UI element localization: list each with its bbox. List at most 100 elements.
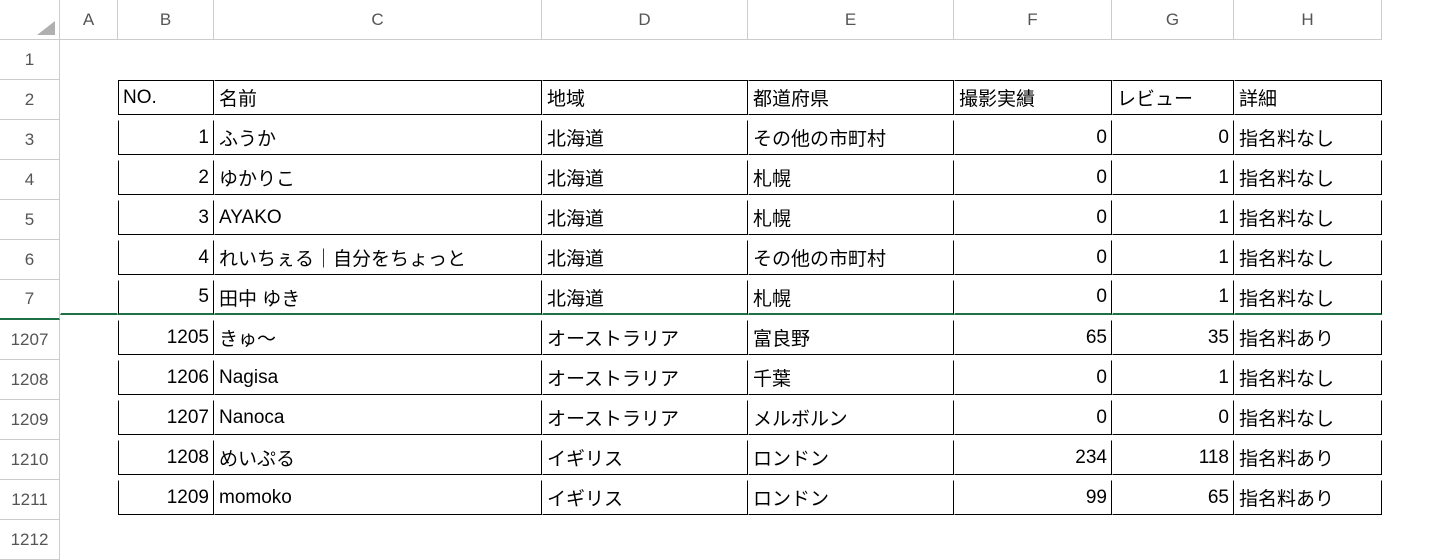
cell-D1208[interactable]: オーストラリア: [542, 360, 748, 395]
cell-C3[interactable]: ふうか: [214, 120, 542, 155]
cell-C1212[interactable]: [214, 520, 542, 555]
cell-G1212[interactable]: [1112, 520, 1234, 555]
cell-E2[interactable]: 都道府県: [748, 80, 954, 115]
cell-F4[interactable]: 0: [954, 160, 1112, 195]
cell-G1211[interactable]: 65: [1112, 480, 1234, 515]
cell-D1209[interactable]: オーストラリア: [542, 400, 748, 435]
cell-D1207[interactable]: オーストラリア: [542, 320, 748, 355]
cell-B1208[interactable]: 1206: [118, 360, 214, 395]
cell-C1208[interactable]: Nagisa: [214, 360, 542, 395]
row-header-1212[interactable]: 1212: [0, 520, 60, 560]
cell-G1208[interactable]: 1: [1112, 360, 1234, 395]
cell-C1[interactable]: [214, 40, 542, 75]
cell-D3[interactable]: 北海道: [542, 120, 748, 155]
cell-B1209[interactable]: 1207: [118, 400, 214, 435]
col-header-A[interactable]: A: [60, 0, 118, 40]
cell-D1211[interactable]: イギリス: [542, 480, 748, 515]
cell-A7[interactable]: [60, 280, 118, 315]
cell-A1[interactable]: [60, 40, 118, 75]
cell-A1212[interactable]: [60, 520, 118, 555]
cell-G3[interactable]: 0: [1112, 120, 1234, 155]
col-header-B[interactable]: B: [118, 0, 214, 40]
cell-E1212[interactable]: [748, 520, 954, 555]
cell-B1207[interactable]: 1205: [118, 320, 214, 355]
cell-F1211[interactable]: 99: [954, 480, 1112, 515]
cell-F3[interactable]: 0: [954, 120, 1112, 155]
cell-E1[interactable]: [748, 40, 954, 75]
cell-G6[interactable]: 1: [1112, 240, 1234, 275]
cell-F1207[interactable]: 65: [954, 320, 1112, 355]
cell-B7[interactable]: 5: [118, 280, 214, 315]
cell-G1209[interactable]: 0: [1112, 400, 1234, 435]
cell-B1212[interactable]: [118, 520, 214, 555]
cell-E5[interactable]: 札幌: [748, 200, 954, 235]
cell-C1210[interactable]: めいぷる: [214, 440, 542, 475]
col-header-E[interactable]: E: [748, 0, 954, 40]
select-all-corner[interactable]: [0, 0, 60, 40]
cell-E1208[interactable]: 千葉: [748, 360, 954, 395]
cell-F1[interactable]: [954, 40, 1112, 75]
cell-H3[interactable]: 指名料なし: [1234, 120, 1382, 155]
cell-B2[interactable]: NO.: [118, 80, 214, 115]
row-header-3[interactable]: 3: [0, 120, 60, 160]
row-header-1211[interactable]: 1211: [0, 480, 60, 520]
cell-C5[interactable]: AYAKO: [214, 200, 542, 235]
cell-D4[interactable]: 北海道: [542, 160, 748, 195]
cell-A1208[interactable]: [60, 360, 118, 395]
cell-B6[interactable]: 4: [118, 240, 214, 275]
cell-A3[interactable]: [60, 120, 118, 155]
cell-H7[interactable]: 指名料なし: [1234, 280, 1382, 315]
cell-E1207[interactable]: 富良野: [748, 320, 954, 355]
cell-A4[interactable]: [60, 160, 118, 195]
row-header-1208[interactable]: 1208: [0, 360, 60, 400]
cell-G2[interactable]: レビュー: [1112, 80, 1234, 115]
row-header-2[interactable]: 2: [0, 80, 60, 120]
cell-H1208[interactable]: 指名料なし: [1234, 360, 1382, 395]
row-header-5[interactable]: 5: [0, 200, 60, 240]
cell-B1[interactable]: [118, 40, 214, 75]
cell-H1212[interactable]: [1234, 520, 1382, 555]
cell-E4[interactable]: 札幌: [748, 160, 954, 195]
cell-H1[interactable]: [1234, 40, 1382, 75]
col-header-D[interactable]: D: [542, 0, 748, 40]
row-header-1[interactable]: 1: [0, 40, 60, 80]
cell-E6[interactable]: その他の市町村: [748, 240, 954, 275]
cell-D5[interactable]: 北海道: [542, 200, 748, 235]
cell-C2[interactable]: 名前: [214, 80, 542, 115]
cell-H1209[interactable]: 指名料なし: [1234, 400, 1382, 435]
cell-G5[interactable]: 1: [1112, 200, 1234, 235]
col-header-C[interactable]: C: [214, 0, 542, 40]
cell-C4[interactable]: ゆかりこ: [214, 160, 542, 195]
cell-B4[interactable]: 2: [118, 160, 214, 195]
cell-H1207[interactable]: 指名料あり: [1234, 320, 1382, 355]
cell-D1[interactable]: [542, 40, 748, 75]
cell-A1207[interactable]: [60, 320, 118, 355]
cell-H1210[interactable]: 指名料あり: [1234, 440, 1382, 475]
cell-C1209[interactable]: Nanoca: [214, 400, 542, 435]
cell-F6[interactable]: 0: [954, 240, 1112, 275]
cell-F1208[interactable]: 0: [954, 360, 1112, 395]
cell-D1210[interactable]: イギリス: [542, 440, 748, 475]
col-header-G[interactable]: G: [1112, 0, 1234, 40]
cell-D2[interactable]: 地域: [542, 80, 748, 115]
cell-E1209[interactable]: メルボルン: [748, 400, 954, 435]
cell-B1211[interactable]: 1209: [118, 480, 214, 515]
row-header-1209[interactable]: 1209: [0, 400, 60, 440]
cell-A2[interactable]: [60, 80, 118, 115]
cell-C7[interactable]: 田中 ゆき: [214, 280, 542, 315]
row-header-1207[interactable]: 1207: [0, 320, 60, 360]
cell-G1207[interactable]: 35: [1112, 320, 1234, 355]
cell-E7[interactable]: 札幌: [748, 280, 954, 315]
cell-F1210[interactable]: 234: [954, 440, 1112, 475]
cell-D1212[interactable]: [542, 520, 748, 555]
cell-A1211[interactable]: [60, 480, 118, 515]
col-header-H[interactable]: H: [1234, 0, 1382, 40]
cell-A6[interactable]: [60, 240, 118, 275]
cell-A1209[interactable]: [60, 400, 118, 435]
cell-E1211[interactable]: ロンドン: [748, 480, 954, 515]
cell-A1210[interactable]: [60, 440, 118, 475]
cell-B5[interactable]: 3: [118, 200, 214, 235]
cell-H1211[interactable]: 指名料あり: [1234, 480, 1382, 515]
cell-A5[interactable]: [60, 200, 118, 235]
cell-C6[interactable]: れいちぇる｜自分をちょっと: [214, 240, 542, 275]
